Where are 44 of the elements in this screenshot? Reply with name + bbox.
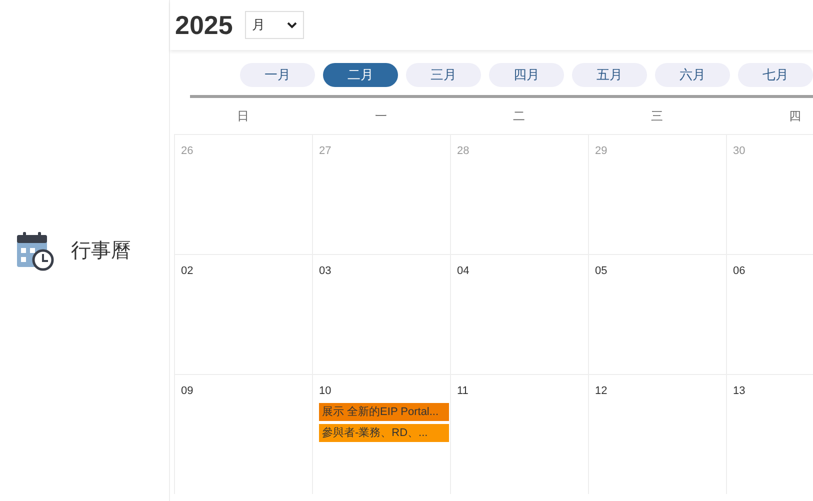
day-number: 09 — [181, 384, 194, 399]
day-cell[interactable]: 10 展示 全新的EIP Portal... 參與者-業務、RD、... — [312, 375, 450, 494]
event-bar[interactable]: 參與者-業務、RD、... — [319, 424, 449, 442]
day-number: 06 — [733, 264, 746, 279]
chevron-down-icon — [286, 22, 297, 28]
day-number: 28 — [457, 144, 470, 159]
year-title: 2025 — [175, 8, 233, 42]
day-number: 03 — [319, 264, 332, 279]
sidebar-title: 行事曆 — [71, 238, 131, 264]
day-cell[interactable]: 04 — [450, 255, 588, 374]
day-cell[interactable]: 05 — [588, 255, 726, 374]
event-bar[interactable]: 展示 全新的EIP Portal... — [319, 402, 449, 420]
month-tab[interactable]: 七月 — [738, 63, 813, 87]
day-number: 10 — [319, 384, 332, 399]
day-number: 02 — [181, 264, 194, 279]
day-number: 13 — [733, 384, 746, 399]
day-number: 30 — [733, 144, 746, 159]
month-tab[interactable]: 三月 — [406, 63, 481, 87]
day-cell[interactable]: 12 — [588, 375, 726, 494]
day-cell[interactable]: 09 — [174, 375, 312, 494]
calendar-clock-icon — [15, 230, 55, 270]
day-cell[interactable]: 13 — [726, 375, 813, 494]
view-select[interactable]: 月 — [244, 11, 304, 39]
day-number: 26 — [181, 144, 194, 159]
day-cell[interactable]: 11 — [450, 375, 588, 494]
month-tab[interactable]: 二月 — [323, 63, 398, 87]
weekday-label: 日 — [237, 108, 249, 125]
month-tab[interactable]: 四月 — [489, 63, 564, 87]
weekday-label: 二 — [513, 108, 525, 125]
weekday-label: 四 — [789, 108, 801, 125]
weekday-label: 三 — [651, 108, 663, 125]
weekday-label: 一 — [375, 108, 387, 125]
day-cell[interactable]: 02 — [174, 255, 312, 374]
day-number: 29 — [595, 144, 608, 159]
month-tab[interactable]: 六月 — [655, 63, 730, 87]
day-number: 11 — [457, 384, 468, 399]
day-number: 04 — [457, 264, 470, 279]
month-tab[interactable]: 五月 — [572, 63, 647, 87]
day-cell[interactable]: 03 — [312, 255, 450, 374]
month-tab[interactable]: 一月 — [240, 63, 315, 87]
day-number: 27 — [319, 144, 332, 159]
day-number: 05 — [595, 264, 608, 279]
day-cell[interactable]: 06 — [726, 255, 813, 374]
day-number: 12 — [595, 384, 608, 399]
